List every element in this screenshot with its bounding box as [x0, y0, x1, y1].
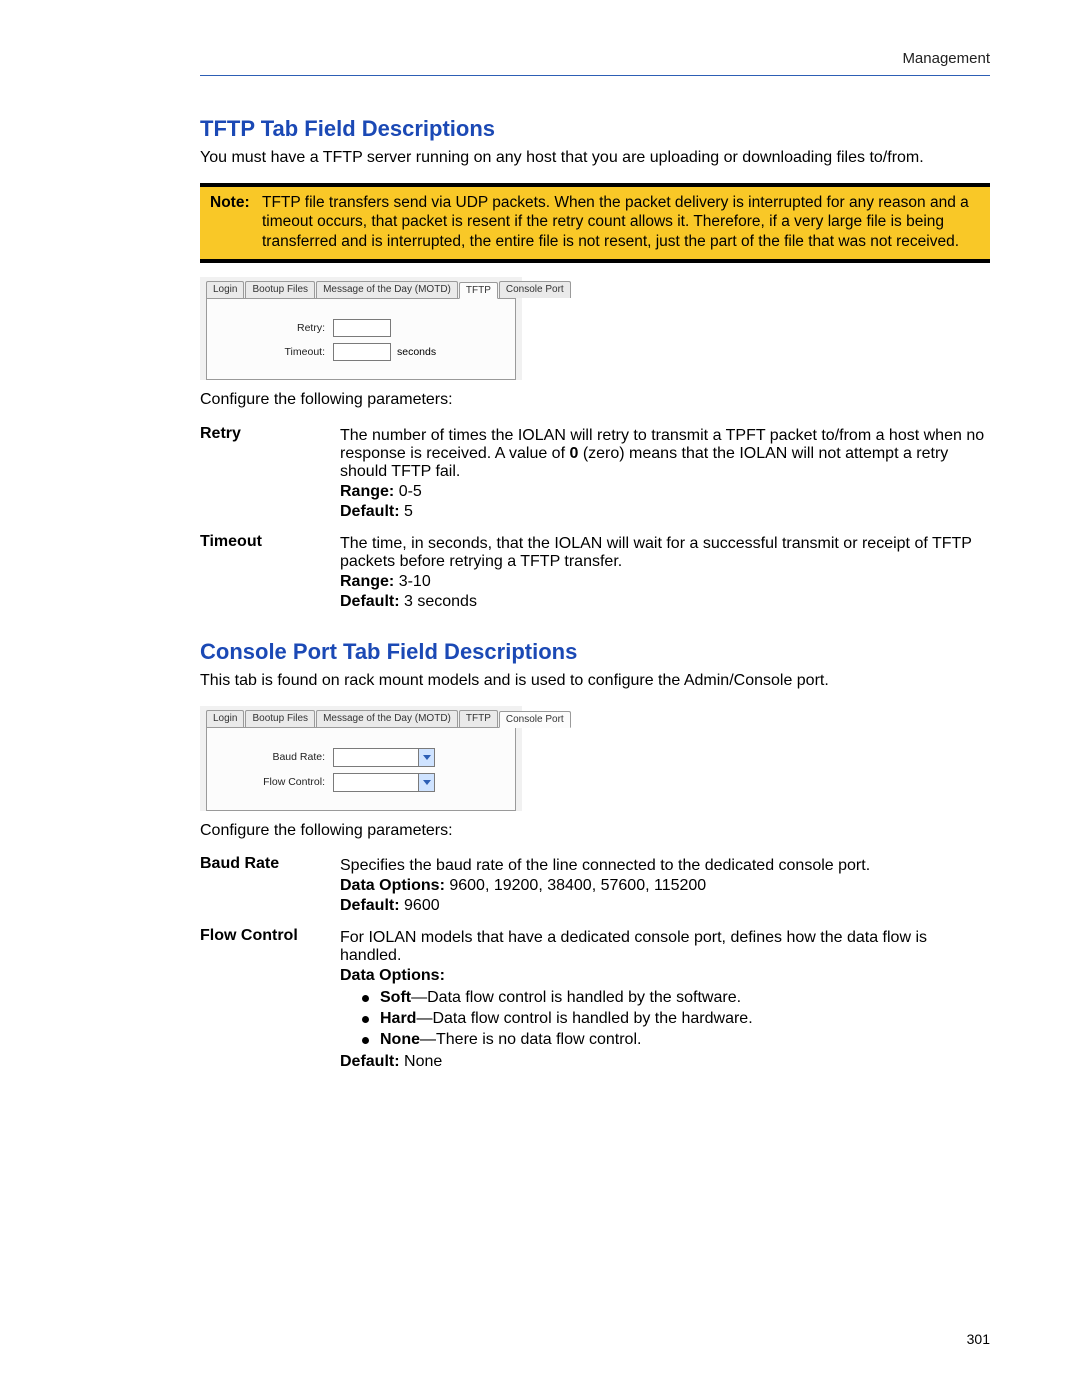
chevron-down-icon [418, 749, 434, 766]
timeout-suffix: seconds [397, 346, 436, 358]
timeout-label: Timeout: [219, 346, 333, 358]
header-rule [200, 75, 990, 76]
note-box: Note: TFTP file transfers send via UDP p… [200, 183, 990, 263]
flow-default-label: Default: [340, 1053, 400, 1070]
timeout-default-value: 3 seconds [404, 593, 477, 610]
running-header: Management [200, 50, 990, 67]
baud-options-label: Data Options: [340, 877, 445, 894]
retry-label: Retry: [219, 322, 333, 334]
param-baud-name: Baud Rate [200, 855, 340, 917]
timeout-range-value: 3-10 [399, 573, 431, 590]
bullet-none-term: None [380, 1031, 420, 1048]
note-label: Note: [210, 193, 262, 251]
note-text: TFTP file transfers send via UDP packets… [262, 193, 980, 251]
timeout-input[interactable] [333, 343, 391, 361]
ctab-login[interactable]: Login [206, 710, 244, 727]
timeout-desc: The time, in seconds, that the IOLAN wil… [340, 535, 990, 571]
tab-console-port[interactable]: Console Port [499, 281, 571, 298]
retry-row: Retry: [219, 319, 503, 337]
retry-default-label: Default: [340, 503, 400, 520]
retry-input[interactable] [333, 319, 391, 337]
flow-row: Flow Control: [219, 773, 503, 792]
baud-label: Baud Rate: [219, 751, 333, 763]
timeout-row: Timeout: seconds [219, 343, 503, 361]
flow-options-label: Data Options: [340, 967, 445, 984]
tftp-panel: Login Bootup Files Message of the Day (M… [200, 277, 522, 380]
ctab-tftp[interactable]: TFTP [459, 710, 498, 727]
tftp-tab-body: Retry: Timeout: seconds [206, 298, 516, 380]
param-retry-body: The number of times the IOLAN will retry… [340, 425, 990, 523]
console-config-line: Configure the following parameters: [200, 821, 990, 842]
param-timeout-body: The time, in seconds, that the IOLAN wil… [340, 533, 990, 613]
baud-select[interactable] [333, 748, 435, 767]
bullet-soft-term: Soft [380, 989, 411, 1006]
bullet-hard-term: Hard [380, 1010, 416, 1027]
tftp-config-line: Configure the following parameters: [200, 390, 990, 411]
param-flow-body: For IOLAN models that have a dedicated c… [340, 927, 990, 1073]
baud-options-value: 9600, 19200, 38400, 57600, 115200 [449, 877, 706, 894]
ctab-motd[interactable]: Message of the Day (MOTD) [316, 710, 458, 727]
console-tab-body: Baud Rate: Flow Control: [206, 727, 516, 811]
tab-motd[interactable]: Message of the Day (MOTD) [316, 281, 458, 298]
param-timeout-name: Timeout [200, 533, 340, 613]
param-flow-name: Flow Control [200, 927, 340, 1073]
bullet-hard: Hard—Data flow control is handled by the… [362, 1010, 990, 1028]
console-tabs: Login Bootup Files Message of the Day (M… [200, 706, 522, 727]
tab-login[interactable]: Login [206, 281, 244, 298]
console-panel: Login Bootup Files Message of the Day (M… [200, 706, 522, 811]
baud-default-value: 9600 [404, 897, 440, 914]
tftp-tabs: Login Bootup Files Message of the Day (M… [200, 277, 522, 298]
baud-default-label: Default: [340, 897, 400, 914]
tftp-heading: TFTP Tab Field Descriptions [200, 116, 990, 142]
param-retry: Retry The number of times the IOLAN will… [200, 425, 990, 523]
flow-default-value: None [404, 1053, 442, 1070]
bullet-none: None—There is no data flow control. [362, 1031, 990, 1049]
retry-range-value: 0-5 [399, 483, 422, 500]
tab-bootup-files[interactable]: Bootup Files [245, 281, 315, 298]
tab-tftp[interactable]: TFTP [459, 282, 498, 299]
flow-bullets: Soft—Data flow control is handled by the… [340, 989, 990, 1049]
console-heading: Console Port Tab Field Descriptions [200, 639, 990, 665]
chevron-down-icon [418, 774, 434, 791]
page: Management TFTP Tab Field Descriptions Y… [0, 0, 1080, 1397]
bullet-hard-desc: —Data flow control is handled by the har… [416, 1010, 752, 1027]
param-baud: Baud Rate Specifies the baud rate of the… [200, 855, 990, 917]
flow-label: Flow Control: [219, 776, 333, 788]
timeout-default-label: Default: [340, 593, 400, 610]
retry-default-value: 5 [404, 503, 413, 520]
param-flow: Flow Control For IOLAN models that have … [200, 927, 990, 1073]
tftp-intro: You must have a TFTP server running on a… [200, 148, 990, 169]
page-number: 301 [967, 1331, 990, 1347]
bullet-soft-desc: —Data flow control is handled by the sof… [411, 989, 741, 1006]
bullet-none-desc: —There is no data flow control. [420, 1031, 641, 1048]
baud-row: Baud Rate: [219, 748, 503, 767]
flow-select[interactable] [333, 773, 435, 792]
timeout-range-label: Range: [340, 573, 394, 590]
ctab-console-port[interactable]: Console Port [499, 711, 571, 728]
param-retry-name: Retry [200, 425, 340, 523]
console-intro: This tab is found on rack mount models a… [200, 671, 990, 692]
param-timeout: Timeout The time, in seconds, that the I… [200, 533, 990, 613]
retry-range-label: Range: [340, 483, 394, 500]
flow-desc: For IOLAN models that have a dedicated c… [340, 929, 990, 965]
baud-desc: Specifies the baud rate of the line conn… [340, 857, 990, 875]
ctab-bootup-files[interactable]: Bootup Files [245, 710, 315, 727]
bullet-soft: Soft—Data flow control is handled by the… [362, 989, 990, 1007]
param-baud-body: Specifies the baud rate of the line conn… [340, 855, 990, 917]
